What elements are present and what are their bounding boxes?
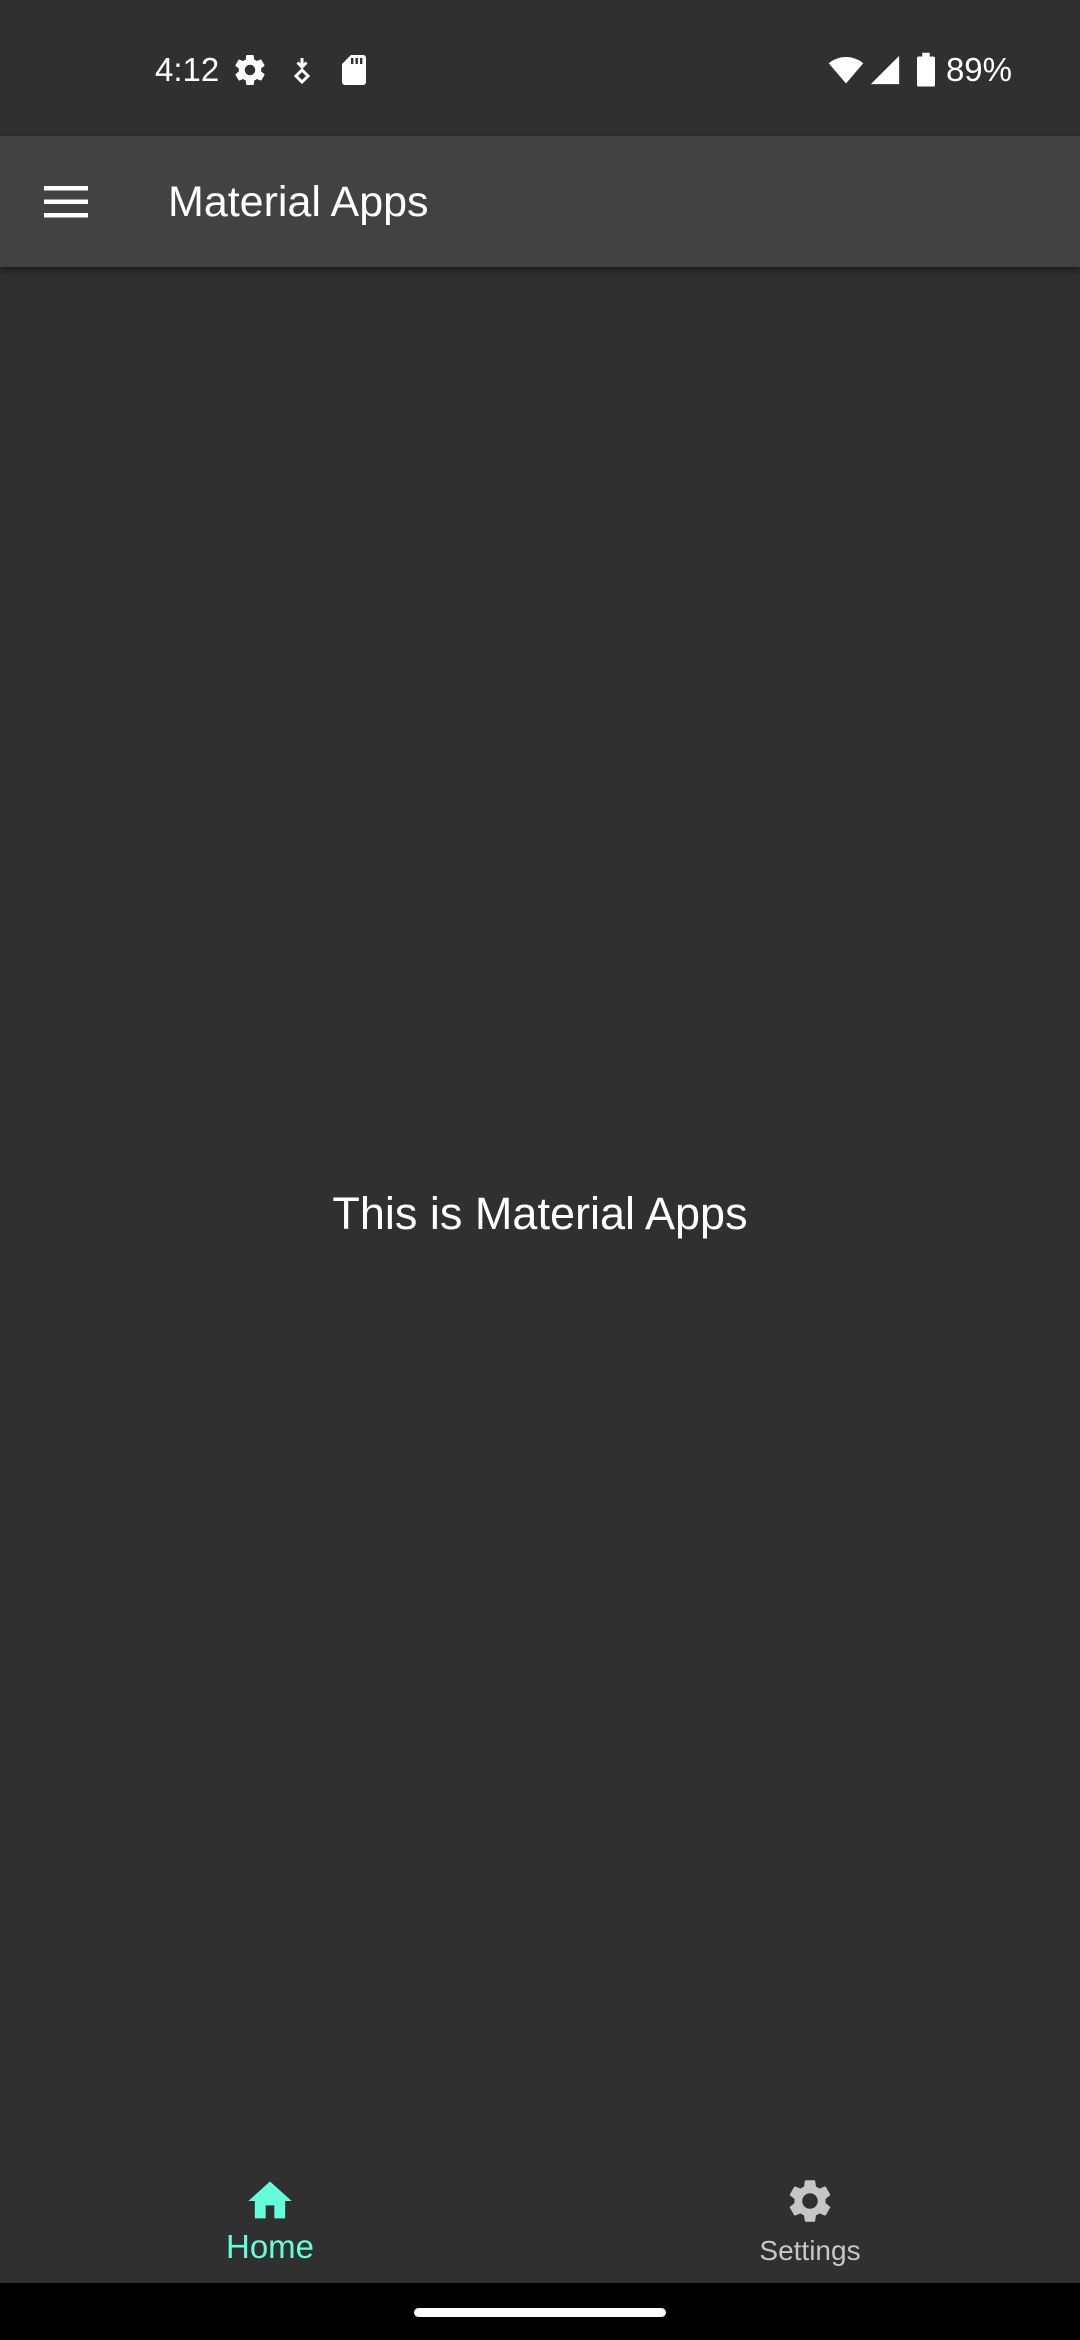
system-gesture-bar bbox=[0, 2283, 1080, 2340]
main-content: This is Material Apps bbox=[0, 267, 1080, 2149]
status-bar: 4:12 89% bbox=[0, 0, 1080, 136]
nav-item-home[interactable]: Home bbox=[0, 2149, 540, 2283]
gesture-handle[interactable] bbox=[414, 2308, 666, 2317]
data-saver-icon bbox=[293, 58, 311, 85]
battery-percentage: 89% bbox=[945, 51, 1012, 88]
nav-label-home: Home bbox=[225, 2228, 315, 2265]
app-bar: Material Apps bbox=[0, 136, 1080, 267]
nav-item-settings[interactable]: Settings bbox=[540, 2149, 1080, 2283]
sd-card-icon bbox=[342, 55, 366, 85]
cellular-signal-icon bbox=[870, 55, 900, 85]
home-icon bbox=[248, 2181, 292, 2219]
center-message: This is Material Apps bbox=[332, 1188, 748, 1239]
status-time: 4:12 bbox=[155, 51, 220, 88]
status-right-group: 89% bbox=[828, 50, 1012, 90]
settings-icon bbox=[789, 2180, 831, 2222]
battery-icon bbox=[916, 52, 935, 87]
wifi-icon bbox=[828, 56, 864, 84]
screen: 4:12 89% Material Apps This is Material … bbox=[0, 0, 1080, 2340]
settings-gear-icon bbox=[235, 55, 265, 86]
bottom-navigation: Home Settings bbox=[0, 2149, 1080, 2283]
app-title: Material Apps bbox=[168, 178, 429, 226]
hamburger-menu-icon bbox=[44, 186, 88, 218]
nav-label-settings: Settings bbox=[759, 2235, 861, 2266]
menu-button[interactable] bbox=[22, 158, 110, 246]
